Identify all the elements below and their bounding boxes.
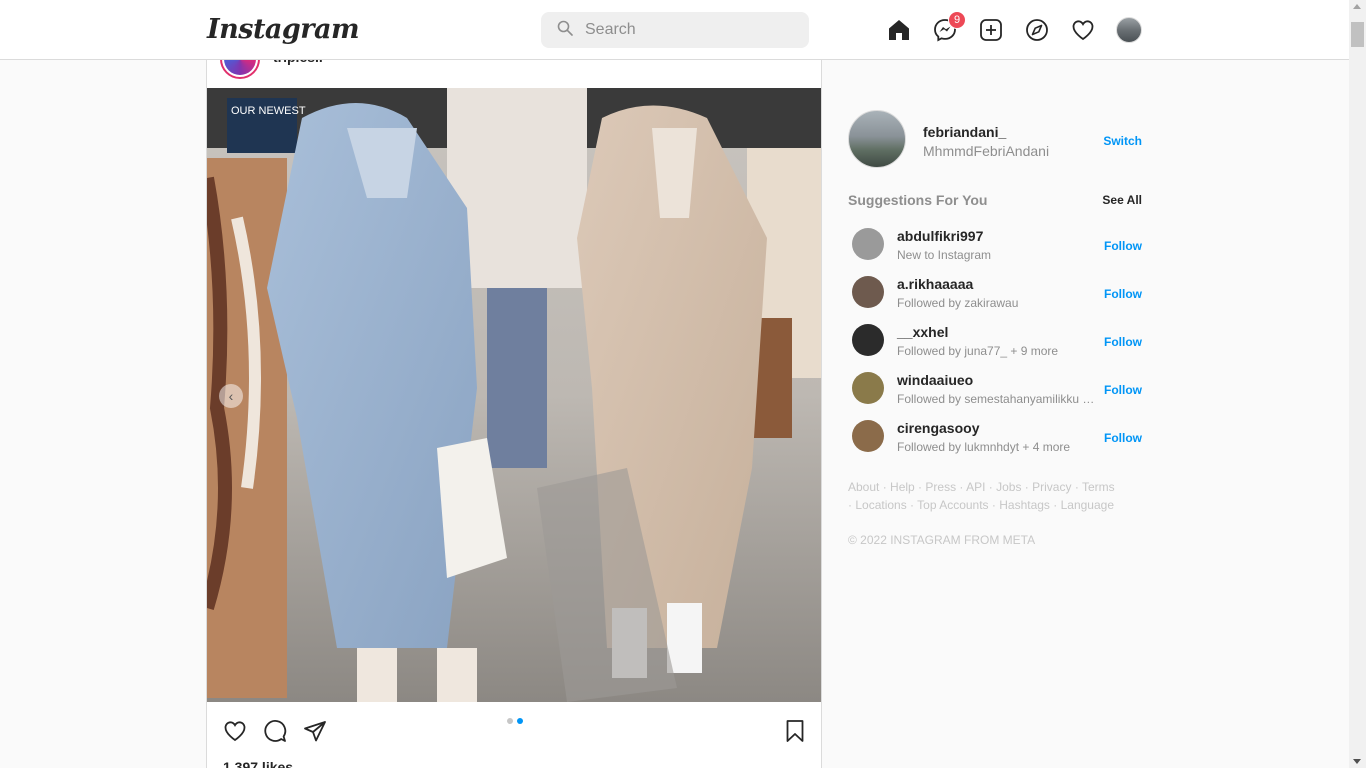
nav-icons: 9	[886, 11, 1162, 43]
footer-link-press[interactable]: Press	[925, 480, 956, 494]
comment-icon[interactable]	[263, 719, 289, 745]
page-scrollbar[interactable]	[1349, 0, 1366, 768]
suggestion-username[interactable]: cirengasooy	[897, 420, 979, 436]
follow-button[interactable]: Follow	[1104, 431, 1142, 445]
suggestions-list: abdulfikri997 New to Instagram Follow a.…	[848, 222, 1142, 462]
follow-button[interactable]: Follow	[1104, 239, 1142, 253]
follow-button[interactable]: Follow	[1104, 383, 1142, 397]
footer-link-api[interactable]: API	[966, 480, 985, 494]
follow-button[interactable]: Follow	[1104, 335, 1142, 349]
current-user-username[interactable]: febriandani_	[923, 124, 1006, 140]
save-bookmark-icon[interactable]	[783, 719, 809, 745]
new-post-icon[interactable]	[978, 17, 1004, 43]
footer-link-help[interactable]: Help	[890, 480, 915, 494]
suggestion-avatar[interactable]	[852, 324, 884, 356]
suggestion-item: windaaiueo Followed by semestahanyamilik…	[848, 366, 1142, 414]
suggestion-avatar[interactable]	[852, 228, 884, 260]
carousel-dot-active	[517, 718, 523, 724]
footer-link-jobs[interactable]: Jobs	[996, 480, 1021, 494]
likes-count[interactable]: 1,397 likes	[223, 759, 293, 768]
footer-link-language[interactable]: Language	[1061, 498, 1114, 512]
suggestion-item: cirengasooy Followed by lukmnhdyt + 4 mo…	[848, 414, 1142, 462]
post-photo: OUR NEWEST	[207, 88, 821, 702]
suggestion-username[interactable]: windaaiueo	[897, 372, 973, 388]
search-input[interactable]	[585, 21, 785, 39]
switch-account-button[interactable]: Switch	[1103, 134, 1142, 148]
footer-link-privacy[interactable]: Privacy	[1032, 480, 1071, 494]
profile-avatar[interactable]	[1116, 17, 1142, 43]
messages-badge: 9	[948, 11, 966, 29]
see-all-button[interactable]: See All	[1102, 193, 1142, 207]
activity-heart-icon[interactable]	[1070, 17, 1096, 43]
suggestion-avatar[interactable]	[852, 420, 884, 452]
post-actions	[207, 702, 821, 760]
follow-button[interactable]: Follow	[1104, 287, 1142, 301]
like-icon[interactable]	[223, 719, 249, 745]
current-user-avatar[interactable]	[848, 110, 906, 168]
suggestion-username[interactable]: a.rikhaaaaa	[897, 276, 973, 292]
store-sign: OUR NEWEST	[231, 105, 306, 117]
suggestion-username[interactable]: abdulfikri997	[897, 228, 983, 244]
scroll-up-arrow[interactable]	[1353, 4, 1361, 9]
footer-link-locations[interactable]: Locations	[855, 498, 906, 512]
footer-link-terms[interactable]: Terms	[1082, 480, 1115, 494]
avatar	[1116, 17, 1142, 43]
right-sidebar: febriandani_ MhmmdFebriAndani Switch Sug…	[848, 108, 1142, 547]
footer-link-hashtags[interactable]: Hashtags	[999, 498, 1050, 512]
suggestions-title: Suggestions For You	[848, 192, 988, 208]
suggestion-item: __xxhel Followed by juna77_ + 9 more Fol…	[848, 318, 1142, 366]
suggestion-item: abdulfikri997 New to Instagram Follow	[848, 222, 1142, 270]
footer-links: About · Help · Press · API · Jobs · Priv…	[848, 480, 1115, 512]
share-icon[interactable]	[303, 719, 329, 745]
messenger-icon[interactable]: 9	[932, 11, 966, 43]
footer-link-about[interactable]: About	[848, 480, 879, 494]
footer-link-top-accounts[interactable]: Top Accounts	[917, 498, 988, 512]
copyright: © 2022 INSTAGRAM FROM META	[848, 533, 1036, 547]
suggestion-avatar[interactable]	[852, 372, 884, 404]
suggestion-subtitle: New to Instagram	[897, 248, 992, 262]
carousel-dot	[507, 718, 513, 724]
search-box[interactable]	[541, 12, 809, 48]
suggestion-avatar[interactable]	[852, 276, 884, 308]
suggestion-subtitle: Followed by lukmnhdyt + 4 more	[897, 440, 1071, 454]
suggestion-username[interactable]: __xxhel	[897, 324, 948, 340]
suggestion-item: a.rikhaaaaa Followed by zakirawau Follow	[848, 270, 1142, 318]
suggestion-subtitle: Followed by juna77_ + 9 more	[897, 344, 1059, 358]
suggestion-subtitle: Followed by zakirawau	[897, 296, 1019, 310]
home-icon[interactable]	[886, 17, 912, 43]
suggestion-subtitle: Followed by semestahanyamilikku + 4 more	[897, 392, 1101, 406]
instagram-logo[interactable]: Instagram	[207, 14, 360, 45]
carousel-indicator	[507, 718, 527, 724]
search-icon	[557, 20, 573, 41]
scroll-down-arrow[interactable]	[1353, 759, 1361, 764]
current-user: febriandani_ MhmmdFebriAndani Switch	[848, 108, 1142, 170]
current-user-fullname: MhmmdFebriAndani	[923, 143, 1050, 159]
scroll-thumb[interactable]	[1351, 22, 1364, 47]
explore-icon[interactable]	[1024, 17, 1050, 43]
suggestions-header: Suggestions For You See All	[848, 192, 1142, 212]
feed-post: triples.r OUR NEWEST	[206, 39, 822, 768]
top-nav: Instagram 9	[0, 0, 1349, 60]
post-image[interactable]: OUR NEWEST ‹	[207, 88, 821, 702]
carousel-prev-button[interactable]: ‹	[219, 384, 243, 408]
